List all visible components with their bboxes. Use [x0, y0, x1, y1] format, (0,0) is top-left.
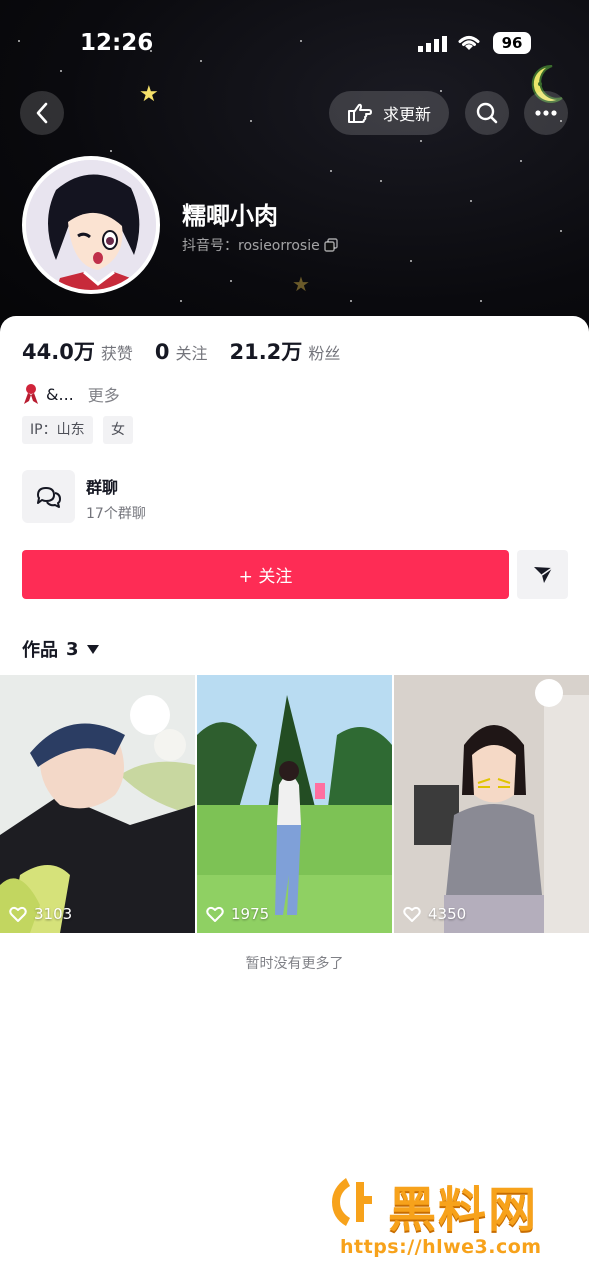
video-likes-count: 1975 — [231, 905, 270, 923]
more-dots-icon — [535, 110, 557, 116]
gender-tag: 女 — [103, 416, 133, 444]
group-chat-title[interactable]: 群聊 — [86, 474, 118, 498]
tab-works[interactable]: 作品 3 — [22, 636, 99, 662]
following-count[interactable]: 0 — [155, 340, 170, 364]
video-likes: 1975 — [206, 905, 269, 923]
cellular-signal-icon — [418, 36, 447, 52]
search-icon — [476, 102, 498, 124]
bio-text: &... — [46, 384, 74, 404]
chevron-left-icon — [36, 102, 48, 124]
group-chat-icon-box[interactable] — [22, 470, 75, 523]
video-grid: 3103 1975 4350 — [0, 675, 589, 933]
video-likes-count: 3103 — [34, 905, 73, 923]
more-options-button[interactable] — [524, 91, 568, 135]
request-update-label: 求更新 — [382, 105, 431, 124]
following-label: 关注 — [175, 344, 208, 363]
girl-on-lawn-thumbnail-image — [197, 675, 392, 933]
status-bar: 12:26 96 — [0, 28, 589, 62]
video-thumbnail[interactable]: 4350 — [394, 675, 589, 933]
ip-location-tag: IP：山东 — [22, 416, 93, 444]
watermark-title: 黑料网 — [388, 1182, 539, 1238]
likes-count[interactable]: 44.0万 — [22, 336, 95, 366]
watermark-url: https://hlwe3.com — [340, 1236, 542, 1258]
search-button[interactable] — [465, 91, 509, 135]
star-decoration-icon: ★ — [139, 82, 159, 107]
bio-more-link[interactable]: 更多 — [88, 382, 120, 406]
wifi-icon — [458, 36, 480, 50]
girl-indoor-thumbnail-image — [394, 675, 589, 933]
profile-stats: 44.0万 获赞 0 关注 21.2万 粉丝 — [22, 336, 362, 366]
heart-outline-icon — [403, 906, 421, 922]
heart-outline-icon — [206, 906, 224, 922]
works-tab-count: 3 — [66, 638, 79, 660]
watermark-logo-icon — [332, 1178, 372, 1226]
profile-name: 糯唧小肉 — [182, 202, 278, 230]
pointing-hand-icon — [347, 103, 372, 123]
star-decoration-icon: ★ — [292, 272, 310, 296]
avatar[interactable] — [22, 156, 160, 294]
anime-girl-avatar-image — [26, 160, 156, 290]
battery-indicator: 96 — [493, 32, 531, 54]
profile-bio: &... 更多 — [22, 382, 120, 406]
likes-label: 获赞 — [100, 344, 133, 363]
no-more-content-text: 暂时没有更多了 — [245, 956, 344, 972]
works-tab-label: 作品 — [22, 640, 58, 661]
share-profile-button[interactable] — [517, 550, 568, 599]
douyin-id[interactable]: 抖音号：rosieorrosie — [182, 235, 338, 255]
triangle-down-icon — [86, 644, 99, 654]
copy-icon[interactable] — [324, 238, 338, 252]
follow-button[interactable]: + 关注 — [22, 550, 509, 599]
back-button[interactable] — [20, 91, 64, 135]
status-time: 12:26 — [80, 30, 154, 56]
group-chat-icon — [36, 486, 61, 508]
douyin-id-text: 抖音号：rosieorrosie — [182, 238, 320, 254]
heart-outline-icon — [9, 906, 27, 922]
video-thumbnail[interactable]: 1975 — [197, 675, 392, 933]
video-likes: 4350 — [403, 905, 466, 923]
request-update-button[interactable]: 求更新 — [329, 91, 449, 135]
video-likes-count: 4350 — [428, 905, 467, 923]
followers-label: 粉丝 — [308, 344, 341, 363]
ribbon-icon — [24, 384, 38, 404]
send-arrow-icon — [533, 566, 552, 583]
group-chat-count: 17个群聊 — [86, 506, 146, 522]
video-thumbnail[interactable]: 3103 — [0, 675, 195, 933]
followers-count[interactable]: 21.2万 — [229, 336, 302, 366]
video-likes: 3103 — [9, 905, 72, 923]
girl-with-cap-thumbnail-image — [0, 675, 195, 933]
